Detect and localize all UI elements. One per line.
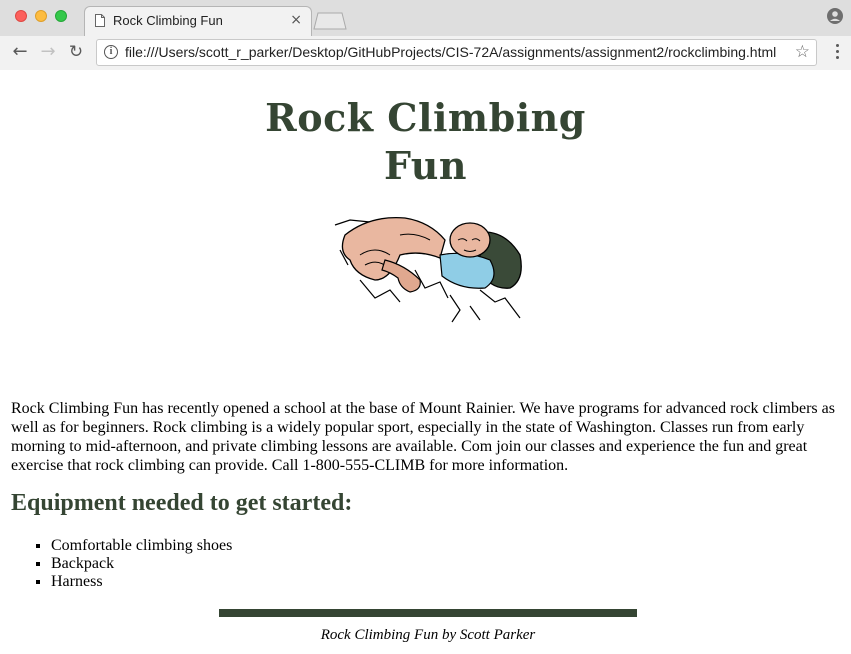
window-maximize-button[interactable] [55,10,67,22]
list-item: Harness [51,573,232,591]
browser-chrome: Rock Climbing Fun × ← → ↻ i file:///User… [0,0,851,70]
equipment-heading: Equipment needed to get started: [11,490,353,516]
menu-icon[interactable] [836,44,840,62]
footer-text: Rock Climbing Fun by Scott Parker [320,627,536,643]
browser-toolbar: ← → ↻ i file:///Users/scott_r_parker/Des… [0,36,851,70]
horizontal-rule [219,609,637,617]
url-text[interactable]: file:///Users/scott_r_parker/Desktop/Git… [125,44,776,60]
tab-close-icon[interactable]: × [290,12,302,28]
tab-title: Rock Climbing Fun [113,13,223,28]
document-icon [95,14,105,27]
forward-button[interactable]: → [38,42,58,62]
window-close-button[interactable] [15,10,27,22]
equipment-list: Comfortable climbing shoes Backpack Harn… [0,537,232,591]
back-button[interactable]: ← [10,42,30,62]
page-body: Rock Climbing Fun Rock Climbing Fun has r… [0,70,851,654]
address-bar[interactable]: i file:///Users/scott_r_parker/Desktop/G… [96,39,817,66]
rock-climber-illustration [334,216,522,323]
page-title: Rock Climbing Fun [0,94,851,190]
list-item: Comfortable climbing shoes [51,537,232,555]
intro-paragraph: Rock Climbing Fun has recently opened a … [11,400,835,474]
reload-button[interactable]: ↻ [66,42,86,62]
info-icon[interactable]: i [104,45,118,59]
browser-tab[interactable]: Rock Climbing Fun × [84,6,312,36]
profile-icon[interactable] [827,8,843,24]
window-minimize-button[interactable] [35,10,47,22]
bookmark-star-icon[interactable]: ☆ [795,42,810,62]
list-item: Backpack [51,555,232,573]
page-title-text: Rock Climbing Fun [265,95,586,188]
new-tab-button[interactable] [312,12,348,30]
